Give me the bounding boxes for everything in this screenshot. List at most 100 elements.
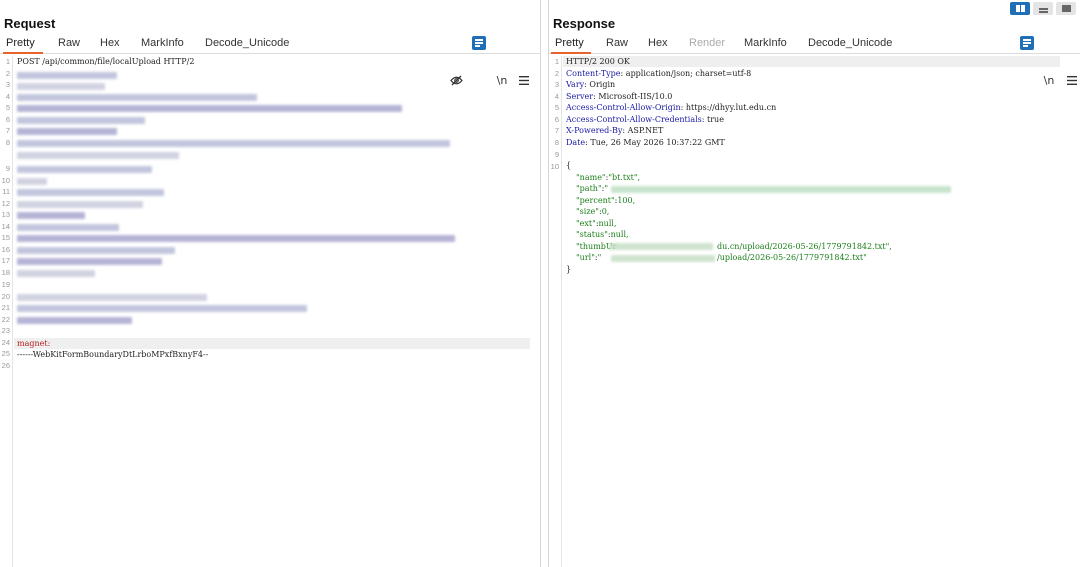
request-line-gutter: 1 2 3 4 5 6 7 8 9 10 11 12 13 14 15 16 1… (0, 56, 13, 567)
request-line: POST /api/common/file/localUpload HTTP/2 (17, 57, 195, 66)
header-value: true (704, 114, 724, 124)
header-line: Content-Type: application/json; charset=… (566, 68, 752, 78)
json-key: "percent" (576, 195, 615, 205)
json-line: du.cn/upload/2026-05-26/1779791842.txt", (717, 241, 892, 252)
redacted-text (17, 294, 207, 301)
line-number: 19 (1, 280, 10, 289)
json-line: "name":"bt.txt", (576, 172, 641, 182)
header-key: Content-Type (566, 68, 621, 78)
json-open-brace: { (566, 161, 572, 170)
line-number: 11 (2, 187, 10, 196)
response-tab-decode-unicode[interactable]: Decode_Unicode (808, 37, 892, 49)
json-key: "name" (576, 172, 606, 182)
header-line: X-Powered-By: ASP.NET (566, 126, 664, 135)
header-value: Origin (586, 80, 616, 89)
json-value: null, (610, 230, 629, 239)
line-number: 3 (5, 80, 10, 89)
response-tab-hex[interactable]: Hex (648, 37, 668, 49)
request-tab-markinfo[interactable]: MarkInfo (141, 37, 184, 49)
json-line: "ext":null, (576, 218, 617, 228)
header-key: Server (566, 91, 594, 101)
json-value: "bt.txt", (608, 172, 641, 182)
line-number: 7 (554, 126, 559, 135)
json-value: 0, (601, 207, 610, 216)
redacted-text (17, 83, 105, 90)
current-line-highlight (14, 338, 530, 350)
line-number: 24 (1, 338, 10, 347)
json-line: "status":null, (576, 230, 629, 239)
single-view-icon[interactable] (1056, 2, 1076, 15)
redacted-text (609, 243, 713, 250)
request-title: Request (4, 16, 56, 31)
wrap-lines-icon[interactable] (472, 36, 486, 50)
redacted-text (17, 105, 402, 112)
header-line: Access-Control-Allow-Origin: https://dhy… (566, 103, 777, 112)
line-number: 26 (1, 361, 10, 370)
line-number: 7 (5, 126, 10, 135)
redacted-text (17, 178, 47, 185)
line-number: 21 (1, 303, 10, 312)
response-title: Response (553, 16, 616, 31)
response-tab-markinfo[interactable]: MarkInfo (744, 37, 787, 49)
line-number: 9 (5, 164, 10, 173)
line-number: 20 (1, 292, 10, 301)
request-active-tab-indicator (3, 52, 43, 54)
line-number: 17 (1, 256, 10, 265)
json-line: "size":0, (576, 207, 610, 216)
request-line: ------WebKitFormBoundaryDtLrboMPxfBxnyF4… (17, 350, 209, 359)
header-value: ASP.NET (625, 126, 664, 135)
request-tab-pretty[interactable]: Pretty (6, 37, 35, 49)
line-number: 9 (554, 150, 559, 159)
header-key: Date (566, 137, 586, 147)
status-line: HTTP/2 200 OK (566, 57, 630, 66)
layout-switch (1010, 2, 1076, 16)
json-line: /upload/2026-05-26/1779791842.txt" (717, 252, 867, 263)
redacted-text (17, 94, 257, 101)
line-number: 4 (554, 92, 559, 101)
line-number: 1 (554, 57, 559, 66)
header-value: application/json; charset=utf-8 (623, 68, 752, 78)
line-number: 22 (1, 315, 10, 324)
horizontal-view-icon[interactable] (1033, 2, 1053, 15)
json-value: 100, (617, 195, 636, 205)
redacted-text (17, 140, 450, 147)
line-number: 5 (5, 103, 10, 112)
response-tab-raw[interactable]: Raw (606, 37, 628, 49)
request-tab-decode-unicode[interactable]: Decode_Unicode (205, 37, 289, 49)
json-key: "url" (576, 253, 595, 262)
line-number: 6 (554, 115, 559, 124)
response-editor[interactable]: 1 2 3 4 5 6 7 8 9 10 HTTP/2 200 OK Conte… (549, 56, 1080, 567)
header-line: Vary: Origin (566, 80, 616, 89)
request-tab-raw[interactable]: Raw (58, 37, 80, 49)
redacted-text (17, 128, 117, 135)
split-view-icon[interactable] (1010, 2, 1030, 15)
redacted-text (17, 317, 132, 324)
line-number: 25 (1, 349, 10, 358)
line-number: 23 (1, 326, 10, 335)
request-editor[interactable]: 1 2 3 4 5 6 7 8 9 10 11 12 13 14 15 16 1… (0, 56, 540, 567)
redacted-text (611, 255, 715, 262)
line-number: 16 (1, 245, 10, 254)
redacted-text (17, 305, 307, 312)
line-number: 2 (5, 69, 10, 78)
line-number: 8 (5, 138, 10, 147)
response-line-gutter: 1 2 3 4 5 6 7 8 9 10 (549, 56, 562, 567)
line-number: 3 (554, 80, 559, 89)
response-tab-pretty[interactable]: Pretty (555, 37, 584, 49)
response-active-tab-indicator (551, 52, 591, 54)
redacted-text (17, 189, 164, 196)
json-key: "status" (576, 230, 608, 239)
json-value: " (604, 184, 609, 193)
line-number: 13 (1, 210, 10, 219)
json-line: "path":" (576, 184, 609, 193)
json-key: "path" (576, 184, 602, 193)
request-tab-hex[interactable]: Hex (100, 37, 120, 49)
request-tabs: Pretty Raw Hex MarkInfo Decode_Unicode \… (0, 36, 540, 87)
wrap-lines-icon[interactable] (1020, 36, 1034, 50)
line-number: 8 (554, 138, 559, 147)
json-value: " (597, 253, 602, 262)
json-value: du.cn/upload/2026-05-26/1779791842.txt", (717, 241, 892, 251)
redacted-text (17, 235, 455, 242)
response-tab-render[interactable]: Render (689, 37, 725, 49)
header-key: Access-Control-Allow-Credentials (566, 114, 702, 124)
